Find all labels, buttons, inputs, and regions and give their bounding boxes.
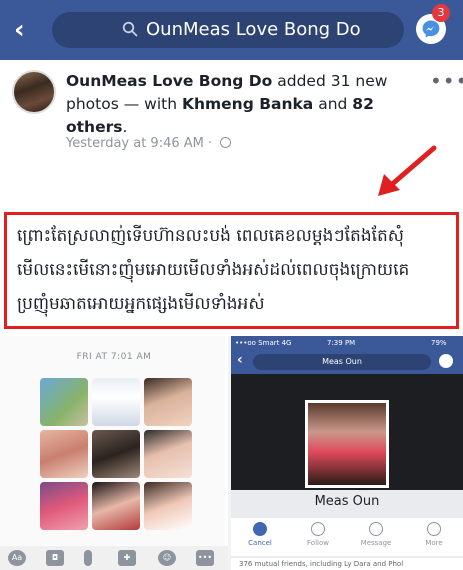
- camera-icon[interactable]: ◘: [46, 550, 64, 566]
- profile-picture[interactable]: [305, 400, 389, 488]
- grid-photo: [40, 482, 88, 530]
- caption-line: មើលនេះមើនោះញុំមអោយមើលទាំងអស់ដល់ពេលចុងក្រ…: [17, 260, 410, 280]
- grid-photo: [144, 378, 192, 426]
- and-text: and: [313, 95, 353, 113]
- top-navigation-bar: ‹ OunMeas Love Bong Do 3: [0, 0, 463, 60]
- tagged-user-link[interactable]: Khmeng Banka: [182, 95, 313, 113]
- profile-name: Meas Oun: [314, 494, 380, 509]
- messenger-icon: [369, 522, 383, 536]
- profile-actions: Cancel Follow Message More: [231, 518, 463, 556]
- highlighted-caption: ព្រោះតែស្រលាញ់ទើបហ៊ានលះបង់ ពេលគេខលម្ដងៗត…: [4, 212, 459, 329]
- grid-photo: [92, 378, 140, 426]
- messenger-icon: [422, 20, 440, 38]
- follow-button[interactable]: Follow: [289, 522, 347, 547]
- action-label: Cancel: [248, 539, 272, 547]
- search-input[interactable]: OunMeas Love Bong Do: [52, 12, 404, 48]
- chat-date-header: FRI AT 7:01 AM: [76, 352, 152, 362]
- back-arrow-icon[interactable]: ‹: [237, 352, 243, 368]
- more-options-icon[interactable]: •••: [430, 71, 463, 91]
- messenger-icon[interactable]: [439, 354, 453, 368]
- post-timestamp[interactable]: Yesterday at 9:46 AM ·: [66, 136, 232, 152]
- globe-icon: [220, 137, 232, 148]
- game-icon[interactable]: ✚: [118, 550, 136, 566]
- action-label: Message: [360, 539, 392, 547]
- post-headline: OunMeas Love Bong Do added 31 new photos…: [66, 70, 426, 139]
- profile-nav-bar: ‹ Meas Oun: [231, 350, 463, 374]
- message-button[interactable]: Message: [347, 522, 405, 547]
- text-format-icon[interactable]: Aa: [8, 550, 26, 566]
- grid-photo: [40, 430, 88, 478]
- feed-post: OunMeas Love Bong Do added 31 new photos…: [0, 60, 463, 570]
- grid-photo: [92, 482, 140, 530]
- profile-search-input[interactable]: Meas Oun: [253, 354, 431, 370]
- grid-photo: [92, 430, 140, 478]
- cancel-request-button[interactable]: Cancel: [231, 522, 289, 547]
- more-icon: [427, 522, 441, 536]
- grid-photo: [144, 430, 192, 478]
- grid-photo: [144, 482, 192, 530]
- grid-photo: [40, 378, 88, 426]
- action-label: More: [425, 539, 443, 547]
- emoji-icon[interactable]: ☺: [158, 550, 176, 566]
- timestamp-text: Yesterday at 9:46 AM ·: [66, 136, 217, 151]
- mic-icon[interactable]: [84, 550, 92, 566]
- more-button[interactable]: More: [405, 522, 463, 547]
- rss-icon: [311, 522, 325, 536]
- caption-line: ប្រញុំមឆាតអោយអ្នកផ្សេងមើលទាំងអស់: [17, 294, 265, 314]
- author-name-link[interactable]: OunMeas Love Bong Do: [66, 72, 272, 90]
- clock-text: 7:39 PM: [327, 339, 356, 347]
- period-text: .: [122, 118, 128, 136]
- red-annotation-arrow: [378, 145, 437, 196]
- search-query-text: OunMeas Love Bong Do: [146, 19, 361, 40]
- photo-album: FRI AT 7:01 AM Aa ◘ ✚ ☺ ••• •••oo Smart …: [0, 336, 463, 570]
- author-avatar[interactable]: [12, 70, 56, 114]
- caption-line: ព្រោះតែស្រលាញ់ទើបហ៊ានលះបង់ ពេលគេខលម្ដងៗត…: [17, 226, 404, 246]
- person-icon: [253, 522, 267, 536]
- carrier-text: •••oo Smart 4G: [235, 339, 292, 347]
- back-arrow-icon[interactable]: ‹: [14, 16, 38, 44]
- action-label: Follow: [307, 539, 329, 547]
- mutual-friends-text[interactable]: 376 mutual friends, including Ly Dara an…: [231, 558, 463, 570]
- phone-status-bar: •••oo Smart 4G 7:39 PM 79%: [231, 336, 463, 350]
- photo-profile-screenshot[interactable]: •••oo Smart 4G 7:39 PM 79% ‹ Meas Oun Me…: [231, 336, 463, 570]
- battery-text: 79%: [431, 339, 447, 347]
- chat-composer-bar: Aa ◘ ✚ ☺ •••: [0, 546, 228, 570]
- notification-badge: 3: [432, 4, 450, 22]
- photo-messenger-screenshot[interactable]: FRI AT 7:01 AM Aa ◘ ✚ ☺ •••: [0, 336, 228, 570]
- more-icon[interactable]: •••: [196, 550, 214, 566]
- search-icon: [122, 21, 138, 37]
